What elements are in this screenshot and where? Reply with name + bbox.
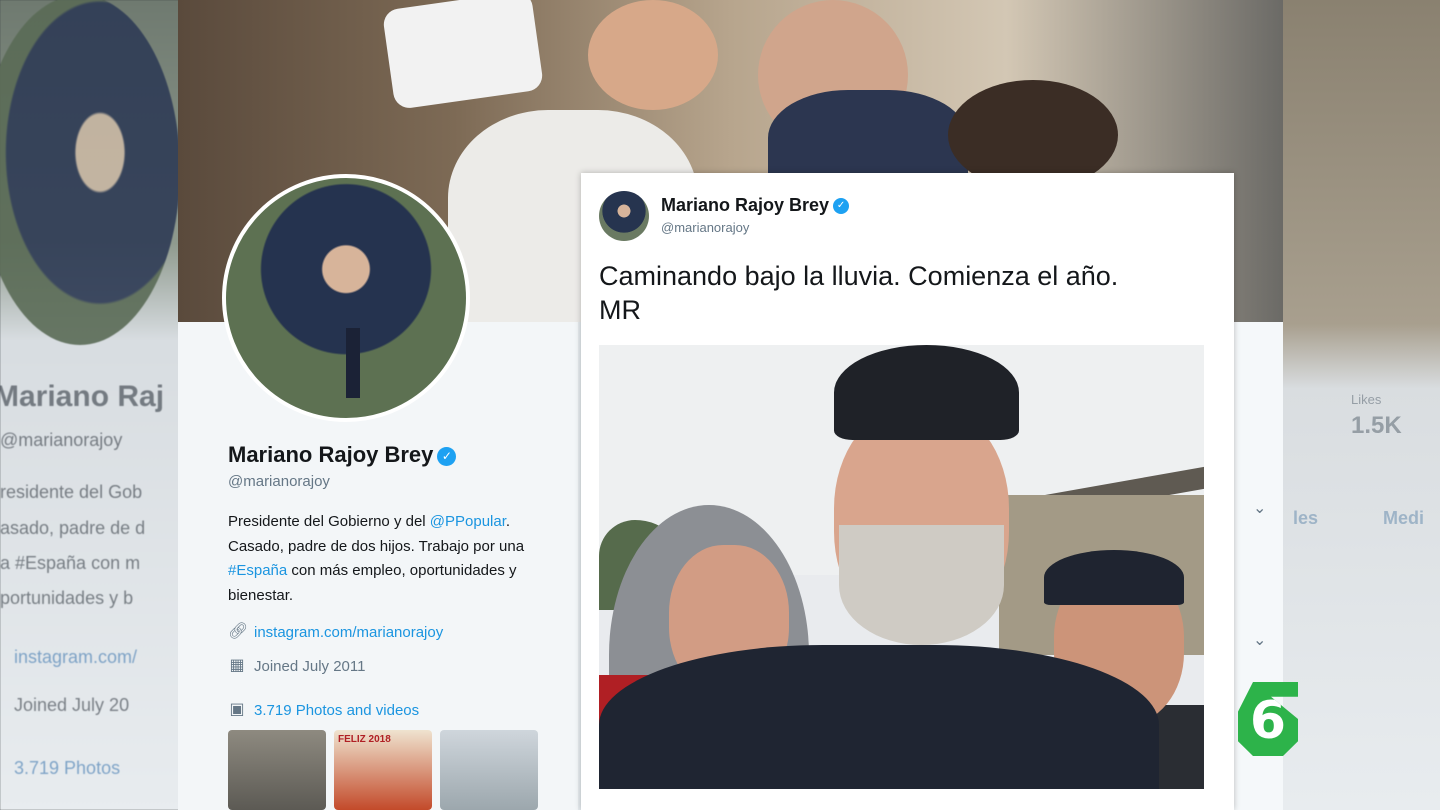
profile-joined-row: ▦ Joined July 2011 (228, 657, 365, 675)
link-icon: 🔗︎ (228, 623, 249, 640)
background-handle-text: @marianorajoy (0, 430, 123, 450)
photo-person-rain-jacket (599, 645, 1159, 789)
profile-joined-text: Joined July 2011 (254, 657, 366, 675)
photo-person-cap (1044, 550, 1184, 605)
image-icon: ▣ (229, 701, 245, 718)
chevron-down-icon[interactable]: ⌄ (1253, 498, 1266, 518)
media-thumbnail[interactable]: FELIZ 2018 (334, 730, 432, 810)
bio-hashtag-link[interactable]: #España (228, 562, 287, 579)
photo-person-cap (834, 345, 1019, 440)
profile-bio: Presidente del Gobierno y del @PPopular.… (228, 510, 558, 608)
background-stat-value: 1.5K (1351, 412, 1402, 439)
tweet-handle[interactable]: @marianorajoy (661, 220, 749, 235)
tweet-avatar[interactable] (599, 191, 649, 241)
profile-name-text: Mariano Rajoy Brey (228, 442, 434, 467)
tweet-author-name: Mariano Rajoy Brey (661, 195, 830, 215)
photos-videos-link[interactable]: 3.719 Photos and videos (254, 702, 419, 719)
media-thumbnail[interactable] (440, 730, 538, 810)
background-bio-line: a #España con m (0, 553, 141, 573)
background-link-text: Medi (1383, 508, 1425, 528)
tweet-text: Caminando bajo la lluvia. Comienza el añ… (599, 259, 1199, 327)
background-bio-line: residente del Gob (0, 482, 143, 502)
calendar-icon: ▦ (229, 657, 245, 674)
tweet-author[interactable]: Mariano Rajoy Brey ✓ (661, 195, 850, 216)
profile-website-link[interactable]: instagram.com/marianorajoy (254, 624, 443, 641)
background-right-blur: Likes 1.5K les Medi (1283, 0, 1440, 810)
thumbnail-caption: FELIZ 2018 (338, 734, 391, 745)
verified-badge-icon: ✓ (833, 198, 850, 215)
background-link-text: instagram.com/ (14, 647, 138, 667)
bio-text: Presidente del Gobierno y del (228, 513, 430, 530)
phone-in-photo (381, 0, 545, 110)
media-thumbnails: FELIZ 2018 (228, 730, 538, 810)
bio-mention-link[interactable]: @PPopular (430, 513, 506, 530)
background-joined-text: Joined July 20 (14, 695, 130, 715)
background-avatar-blur (0, 0, 180, 345)
profile-photos-row: ▣ 3.719 Photos and videos (228, 701, 419, 719)
chevron-down-icon[interactable]: ⌄ (1253, 630, 1266, 650)
header-photo-face (588, 0, 718, 110)
background-bio-line: portunidades y b (0, 588, 134, 608)
avatar-tie (346, 328, 360, 398)
profile-handle: @marianorajoy (228, 473, 330, 490)
tweet-card: Mariano Rajoy Brey ✓ @marianorajoy Camina… (581, 173, 1234, 810)
profile-website-row: 🔗︎ instagram.com/marianorajoy (228, 623, 443, 641)
background-link-text: les (1293, 508, 1319, 528)
background-name-text: Mariano Raj (0, 380, 165, 413)
media-thumbnail[interactable] (228, 730, 326, 810)
tweet-text-line: MR (599, 295, 641, 325)
verified-badge-icon: ✓ (437, 446, 457, 466)
background-stat-label: Likes (1351, 392, 1382, 407)
profile-name: Mariano Rajoy Brey ✓ (228, 442, 457, 468)
tweet-photo[interactable] (599, 345, 1204, 789)
photo-person-beard (839, 525, 1004, 645)
background-photos-text: 3.719 Photos (14, 758, 121, 778)
background-bio-line: asado, padre de d (0, 518, 146, 538)
background-left-blur: Mariano Raj @marianorajoy residente del … (0, 0, 180, 810)
profile-avatar[interactable] (222, 174, 470, 422)
tweet-text-line: Caminando bajo la lluvia. Comienza el añ… (599, 261, 1119, 291)
